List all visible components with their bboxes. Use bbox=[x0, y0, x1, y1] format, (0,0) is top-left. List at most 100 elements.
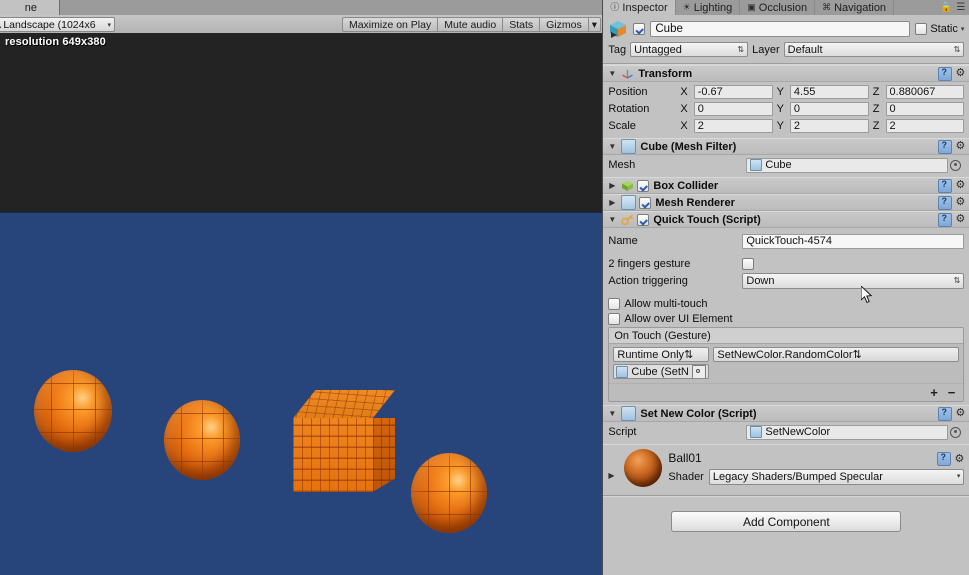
component-mesh-renderer-header[interactable]: ▶ Mesh Renderer ⚙ bbox=[603, 194, 969, 211]
allow-over-ui-checkbox[interactable] bbox=[608, 313, 621, 325]
action-triggering-value: Down bbox=[746, 275, 775, 287]
scale-y-input[interactable]: 2 bbox=[789, 119, 869, 133]
position-y-input[interactable]: 4.55 bbox=[789, 85, 869, 99]
rotation-y-input[interactable]: 0 bbox=[789, 102, 869, 116]
component-set-new-color-header[interactable]: ▼ Set New Color (Script) ⚙ bbox=[603, 405, 969, 422]
gameobject-enabled-checkbox[interactable] bbox=[633, 23, 646, 35]
gameobject-name-input[interactable]: Cube bbox=[650, 21, 911, 37]
static-toggle-group: Static ▾ bbox=[915, 23, 964, 35]
tab-occlusion[interactable]: ▣ Occlusion bbox=[740, 0, 816, 15]
box-collider-enabled-checkbox[interactable] bbox=[637, 179, 650, 192]
gear-icon[interactable]: ⚙ bbox=[956, 180, 966, 191]
help-icon[interactable] bbox=[937, 406, 952, 421]
object-picker-icon[interactable] bbox=[950, 426, 962, 438]
menu-icon[interactable]: ☰ bbox=[956, 2, 965, 13]
tab-lighting[interactable]: ☀ Lighting bbox=[676, 0, 741, 15]
component-quick-touch-header[interactable]: ▼ Quick Touch (Script) ⚙ bbox=[603, 211, 969, 228]
foldout-closed-icon[interactable]: ▶ bbox=[607, 181, 617, 190]
help-icon[interactable] bbox=[937, 195, 952, 210]
inspector-content: Cube Static ▾ Tag Untagged ⇅ Layer Defau… bbox=[603, 15, 969, 575]
event-target-object-field[interactable]: Cube (SetN bbox=[613, 364, 710, 379]
component-transform-header[interactable]: ▼ Transform ⚙ bbox=[603, 65, 969, 82]
tab-navigation[interactable]: ⌘ Navigation bbox=[815, 0, 895, 15]
help-icon[interactable] bbox=[936, 452, 951, 466]
game-object-sphere-2[interactable] bbox=[164, 400, 240, 480]
layer-value: Default bbox=[787, 43, 823, 56]
gear-icon[interactable]: ⚙ bbox=[956, 408, 966, 419]
mesh-renderer-enabled-checkbox[interactable] bbox=[639, 196, 652, 209]
object-picker-icon[interactable] bbox=[692, 365, 707, 378]
quick-touch-enabled-checkbox[interactable] bbox=[637, 213, 650, 226]
help-icon[interactable] bbox=[937, 212, 952, 227]
position-z-input[interactable]: 0.880067 bbox=[885, 85, 965, 99]
foldout-closed-icon[interactable]: ▶ bbox=[608, 449, 618, 480]
foldout-open-icon[interactable]: ▼ bbox=[607, 409, 617, 418]
tab-game[interactable]: ne bbox=[0, 0, 60, 15]
component-set-new-color: ▼ Set New Color (Script) ⚙ Script Se bbox=[603, 405, 969, 444]
resolution-overlay: resolution 649x380 bbox=[5, 36, 106, 48]
add-event-button[interactable]: + bbox=[930, 386, 938, 399]
gizmos-button[interactable]: Gizmos bbox=[539, 17, 588, 32]
game-object-sphere-3[interactable] bbox=[411, 453, 487, 533]
quick-touch-name-input[interactable]: QuickTouch-4574 bbox=[742, 233, 965, 249]
rotation-x-input[interactable]: 0 bbox=[693, 102, 773, 116]
gear-icon[interactable]: ⚙ bbox=[956, 214, 966, 225]
foldout-open-icon[interactable]: ▼ bbox=[607, 142, 617, 151]
action-triggering-label: Action triggering bbox=[608, 275, 688, 287]
gear-icon[interactable]: ⚙ bbox=[956, 197, 966, 208]
help-icon[interactable] bbox=[937, 66, 952, 81]
allow-multi-touch-checkbox[interactable] bbox=[608, 298, 621, 310]
help-icon[interactable] bbox=[937, 139, 952, 154]
scale-z-input[interactable]: 2 bbox=[885, 119, 965, 133]
inspector-tabstrip: ⓘ Inspector ☀ Lighting ▣ Occlusion ⌘ Nav… bbox=[603, 0, 969, 16]
game-object-cube[interactable] bbox=[293, 390, 395, 492]
mesh-object-field[interactable]: Cube bbox=[746, 157, 962, 173]
rotation-z-input[interactable]: 0 bbox=[885, 102, 965, 116]
layer-dropdown[interactable]: Default ⇅ bbox=[783, 42, 965, 57]
updown-arrows-icon: ⇅ bbox=[852, 349, 862, 361]
static-checkbox[interactable] bbox=[915, 23, 928, 35]
gear-icon[interactable]: ⚙ bbox=[956, 141, 966, 152]
game-view-panel: ne A Landscape (1024x6 ▾ Maximize on Pla… bbox=[0, 0, 603, 575]
foldout-open-icon[interactable]: ▼ bbox=[607, 215, 617, 224]
component-mesh-filter-header[interactable]: ▼ Cube (Mesh Filter) ⚙ bbox=[603, 138, 969, 155]
aspect-ratio-dropdown[interactable]: A Landscape (1024x6 ▾ bbox=[0, 17, 115, 32]
allow-multi-touch-label: Allow multi-touch bbox=[624, 298, 708, 310]
shader-label: Shader bbox=[668, 471, 704, 483]
stats-button[interactable]: Stats bbox=[502, 17, 540, 32]
tag-dropdown[interactable]: Untagged ⇅ bbox=[630, 42, 749, 57]
help-icon[interactable] bbox=[937, 178, 952, 193]
gear-icon[interactable]: ⚙ bbox=[955, 453, 965, 465]
game-render-area[interactable]: resolution 649x380 bbox=[0, 33, 603, 575]
transform-rotation-row: Rotation X 0 Y 0 Z 0 bbox=[608, 101, 965, 117]
cs-script-asset-icon bbox=[750, 426, 763, 438]
game-object-sphere-1[interactable] bbox=[34, 370, 112, 452]
component-transform-title: Transform bbox=[638, 67, 693, 80]
gear-icon[interactable]: ⚙ bbox=[956, 68, 966, 79]
foldout-closed-icon[interactable]: ▶ bbox=[607, 198, 617, 207]
gizmos-dropdown-icon[interactable]: ▾ bbox=[587, 17, 601, 32]
script-object-field[interactable]: SetNewColor bbox=[746, 424, 962, 440]
sphere-longitude-line bbox=[427, 453, 429, 533]
action-triggering-dropdown[interactable]: Down ⇅ bbox=[742, 273, 965, 289]
component-box-collider-header[interactable]: ▶ Box Collider ⚙ bbox=[603, 177, 969, 194]
allow-over-ui-label: Allow over UI Element bbox=[624, 313, 733, 325]
object-picker-icon[interactable] bbox=[950, 159, 962, 171]
lock-icon[interactable]: 🔒 bbox=[940, 2, 952, 13]
maximize-on-play-button[interactable]: Maximize on Play bbox=[341, 17, 438, 32]
position-x-input[interactable]: -0.67 bbox=[693, 85, 773, 99]
sphere-longitude-line bbox=[223, 400, 225, 480]
tab-inspector[interactable]: ⓘ Inspector bbox=[603, 0, 676, 15]
static-dropdown-icon[interactable]: ▾ bbox=[961, 25, 965, 33]
event-function-dropdown[interactable]: SetNewColor.RandomColor ⇅ bbox=[713, 347, 960, 362]
mute-audio-button[interactable]: Mute audio bbox=[437, 17, 503, 32]
foldout-open-icon[interactable]: ▼ bbox=[607, 69, 617, 78]
remove-event-button[interactable]: − bbox=[948, 386, 956, 399]
shader-dropdown[interactable]: Legacy Shaders/Bumped Specular ▾ bbox=[708, 469, 965, 485]
scale-x-input[interactable]: 2 bbox=[693, 119, 773, 133]
event-mode-dropdown[interactable]: Runtime Only ⇅ bbox=[613, 347, 710, 362]
two-fingers-gesture-checkbox[interactable] bbox=[742, 258, 755, 270]
quick-touch-name-label: Name bbox=[608, 235, 638, 247]
add-component-button[interactable]: Add Component bbox=[671, 511, 902, 532]
sphere-longitude-line bbox=[73, 370, 74, 452]
